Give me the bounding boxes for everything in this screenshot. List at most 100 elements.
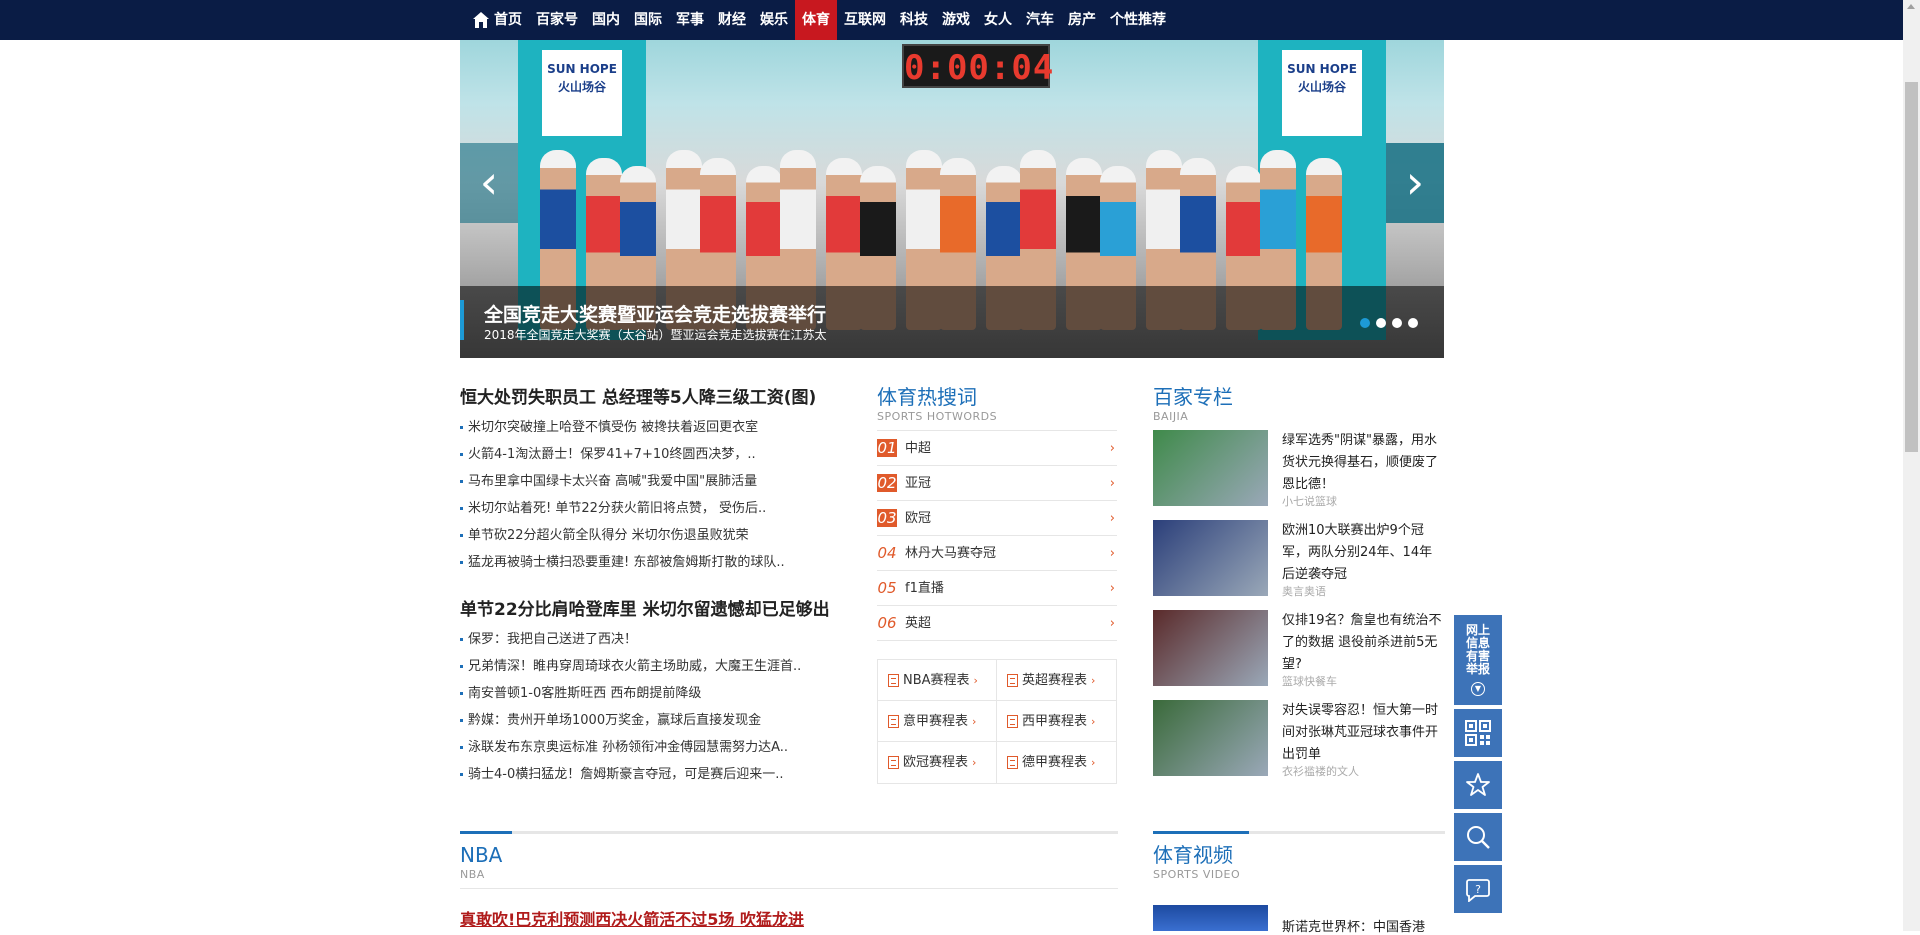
baijia-item-source: 小七说篮球 — [1282, 495, 1337, 508]
carousel-next-button[interactable]: › — [1386, 143, 1444, 223]
news-link[interactable]: 兄弟情深！睢冉穿周琦球衣火箭主场助威，大魔王生涯首.. — [460, 653, 860, 680]
nav-item[interactable]: 科技 — [893, 0, 935, 40]
schedule-link[interactable]: 意甲赛程表 › — [878, 701, 997, 742]
baijia-item[interactable]: 绿军选秀"阴谋"暴露，用水货状元换得基石，顺便废了恩比德！ 小七说篮球 — [1153, 430, 1445, 520]
news-link[interactable]: 猛龙再被骑士横扫恐要重建! 东部被詹姆斯打散的球队.. — [460, 549, 860, 576]
hotword-item[interactable]: 05 f1直播 › — [877, 571, 1117, 606]
nav-item-label: 游戏 — [942, 12, 970, 28]
baijia-item-title[interactable]: 绿军选秀"阴谋"暴露，用水货状元换得基石，顺便废了恩比德！ — [1282, 430, 1442, 496]
carousel-prev-button[interactable]: ‹ — [460, 143, 518, 223]
nav-item[interactable]: 汽车 — [1019, 0, 1061, 40]
favorite-button[interactable] — [1454, 761, 1502, 809]
photo-carousel[interactable]: SUN HOPE 火山场谷 SUN HOPE 火山场谷 0:00:04 ‹ › … — [460, 40, 1444, 358]
caption-accent — [460, 300, 464, 340]
hotword-label: 林丹大马赛夺冠 — [905, 545, 997, 561]
schedule-link[interactable]: 西甲赛程表 › — [997, 701, 1116, 742]
news-link[interactable]: 单节砍22分超火箭全队得分 米切尔伤退虽败犹荣 — [460, 522, 860, 549]
baijia-item-title[interactable]: 对失误零容忍！恒大第一时间对张琳芃亚冠球衣事件开出罚单 — [1282, 700, 1442, 766]
nav-item-label: 百家号 — [536, 12, 578, 28]
scrollbar-thumb[interactable] — [1905, 82, 1918, 452]
chevron-right-icon: › — [1109, 475, 1115, 491]
svg-text:?: ? — [1475, 883, 1481, 896]
baijia-item-title[interactable]: 仅排19名？詹皇也有统治不了的数据 退役前杀进前5无望? — [1282, 610, 1442, 676]
carousel-dot[interactable] — [1392, 318, 1402, 328]
baijia-title: 百家专栏 — [1153, 385, 1233, 409]
baijia-item[interactable]: 仅排19名？詹皇也有统治不了的数据 退役前杀进前5无望? 篮球快餐车 — [1153, 610, 1445, 700]
hotword-item[interactable]: 02 亚冠 › — [877, 466, 1117, 501]
report-button[interactable]: 网上信息有害举报 ▼ — [1454, 615, 1502, 705]
schedule-label: 西甲赛程表 — [1022, 713, 1088, 729]
schedule-link[interactable]: NBA赛程表 › — [878, 660, 997, 701]
schedule-link[interactable]: 英超赛程表 › — [997, 660, 1116, 701]
nav-item[interactable]: 女人 — [977, 0, 1019, 40]
news-link[interactable]: 马布里拿中国绿卡太兴奋 高喊"我爱中国"展肺活量 — [460, 468, 860, 495]
schedule-link[interactable]: 欧冠赛程表 › — [878, 742, 997, 783]
qr-code-button[interactable] — [1454, 709, 1502, 757]
baijia-item-source: 篮球快餐车 — [1282, 675, 1337, 688]
caption-title[interactable]: 全国竞走大奖赛暨亚运会竞走选拔赛举行 — [484, 300, 826, 327]
news-link[interactable]: 米切尔站着死! 单节22分获火箭旧将点赞， 受伤后.. — [460, 495, 860, 522]
nav-item[interactable]: 游戏 — [935, 0, 977, 40]
scroll-up-arrow[interactable] — [1907, 4, 1915, 9]
baijia-thumbnail[interactable] — [1153, 610, 1268, 686]
news-link[interactable]: 黔媒：贵州开单场1000万奖金，赢球后直接发现金 — [460, 707, 860, 734]
carousel-dot[interactable] — [1408, 318, 1418, 328]
nav-item[interactable]: 体育 — [795, 0, 837, 40]
baijia-thumbnail[interactable] — [1153, 430, 1268, 506]
nav-item-label: 房产 — [1068, 12, 1096, 28]
divider — [460, 888, 1118, 889]
nav-item[interactable]: 军事 — [669, 0, 711, 40]
search-button[interactable] — [1454, 813, 1502, 861]
nav-item-label: 女人 — [984, 12, 1012, 28]
hotword-item[interactable]: 06 英超 › — [877, 606, 1117, 641]
nav-item[interactable]: 财经 — [711, 0, 753, 40]
news-link[interactable]: 骑士4-0横扫猛龙！詹姆斯豪言夺冠，可是赛后迎来一.. — [460, 761, 860, 788]
baijia-item[interactable]: 对失误零容忍！恒大第一时间对张琳芃亚冠球衣事件开出罚单 衣衫褴褛的文人 — [1153, 700, 1445, 790]
hotword-label: 欧冠 — [905, 510, 932, 526]
nav-item[interactable]: 娱乐 — [753, 0, 795, 40]
vertical-scrollbar[interactable] — [1903, 0, 1920, 931]
hotword-item[interactable]: 04 林丹大马赛夺冠 › — [877, 536, 1117, 571]
news-link[interactable]: 南安普顿1-0客胜斯旺西 西布朗提前降级 — [460, 680, 860, 707]
chevron-right-icon: › — [1109, 615, 1115, 631]
video-title[interactable]: 体育视频 — [1153, 842, 1445, 868]
nav-item-label: 军事 — [676, 12, 704, 28]
nba-headline-link[interactable]: 真敢吹!巴克利预测西决火箭活不过5场 吹猛龙进 — [460, 906, 804, 930]
chevron-right-icon: › — [1109, 580, 1115, 596]
hotword-item[interactable]: 03 欧冠 › — [877, 501, 1117, 536]
section-accent — [460, 831, 512, 834]
headline-2[interactable]: 单节22分比肩哈登库里 米切尔留遗憾却已足够出 — [460, 596, 860, 626]
nav-item[interactable]: 首页 — [465, 0, 529, 40]
nav-item-label: 汽车 — [1026, 12, 1054, 28]
hotword-item[interactable]: 01 中超 › — [877, 431, 1117, 466]
nav-item[interactable]: 国内 — [585, 0, 627, 40]
video-item-title[interactable]: 斯诺克世界杯：中国香港 — [1282, 916, 1425, 935]
news-link[interactable]: 米切尔突破撞上哈登不慎受伤 被搀扶着返回更衣室 — [460, 414, 860, 441]
carousel-caption[interactable]: 全国竞走大奖赛暨亚运会竞走选拔赛举行 2018年全国竞走大奖赛（太谷站）暨亚运会… — [460, 286, 1444, 358]
carousel-dot[interactable] — [1360, 318, 1370, 328]
nav-item[interactable]: 国际 — [627, 0, 669, 40]
nba-title[interactable]: NBA — [460, 842, 1118, 868]
nav-item[interactable]: 个性推荐 — [1103, 0, 1173, 40]
baijia-thumbnail[interactable] — [1153, 700, 1268, 776]
nav-item-label: 娱乐 — [760, 12, 788, 28]
baijia-item-source: 衣衫褴褛的文人 — [1282, 765, 1359, 778]
news-link[interactable]: 火箭4-1淘汰爵士！保罗41+7+10终圆西决梦，.. — [460, 441, 860, 468]
baijia-item[interactable]: 欧洲10大联赛出炉9个冠军，两队分别24年、14年后逆袭夺冠 奥言奥语 — [1153, 520, 1445, 610]
help-button[interactable]: ? — [1454, 865, 1502, 913]
news-link[interactable]: 泳联发布东京奥运标准 孙杨领衔冲金傅园慧需努力达A.. — [460, 734, 860, 761]
schedule-link[interactable]: 德甲赛程表 › — [997, 742, 1116, 783]
nav-item[interactable]: 互联网 — [837, 0, 893, 40]
headline-1[interactable]: 恒大处罚失职员工 总经理等5人降三级工资(图) — [460, 384, 860, 414]
news-list-1: 米切尔突破撞上哈登不慎受伤 被搀扶着返回更衣室 火箭4-1淘汰爵士！保罗41+7+… — [460, 414, 860, 576]
carousel-dot[interactable] — [1376, 318, 1386, 328]
baijia-item-title[interactable]: 欧洲10大联赛出炉9个冠军，两队分别24年、14年后逆袭夺冠 — [1282, 520, 1442, 586]
expand-icon: ▼ — [1471, 682, 1485, 696]
nav-item[interactable]: 房产 — [1061, 0, 1103, 40]
baijia-thumbnail[interactable] — [1153, 520, 1268, 596]
video-subtitle: SPORTS VIDEO — [1153, 868, 1241, 881]
nav-item[interactable]: 百家号 — [529, 0, 585, 40]
video-thumbnail[interactable] — [1153, 905, 1268, 931]
news-link[interactable]: 保罗：我把自己送进了西决！ — [460, 626, 860, 653]
qr-code-icon — [1465, 720, 1491, 746]
